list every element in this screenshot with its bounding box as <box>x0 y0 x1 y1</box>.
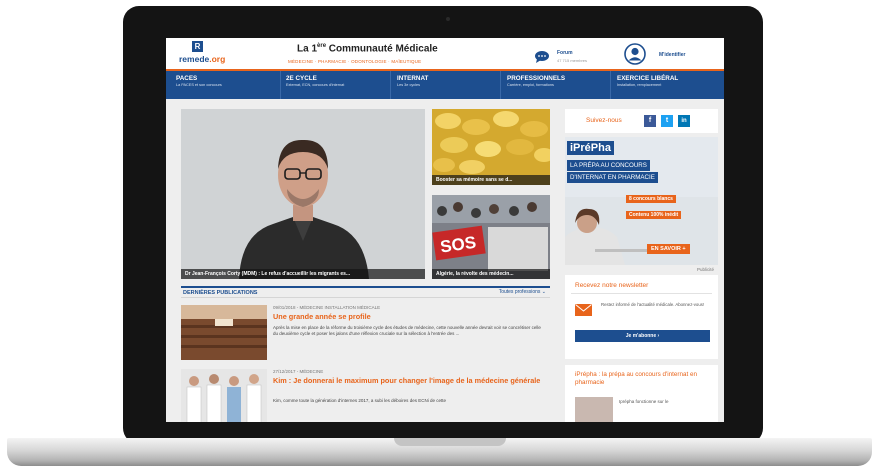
newsletter-divider <box>571 293 712 294</box>
twitter-icon[interactable]: t <box>661 115 673 127</box>
capsules-image <box>432 109 550 185</box>
user-account-icon[interactable] <box>624 43 646 65</box>
advertisement-label: Publicité <box>696 267 714 272</box>
article-title[interactable]: Une grande année se profile <box>273 312 545 321</box>
featured-main-article[interactable]: Dr Jean-François Corty (MDM) : Le refus … <box>181 109 425 279</box>
newsletter-title: Recevez notre newsletter <box>575 282 649 289</box>
article-title[interactable]: Kim : Je donnerai le maximum pour change… <box>273 376 545 385</box>
nav-divider <box>500 71 501 99</box>
nav-title: PROFESSIONNELS <box>507 75 566 82</box>
subscribe-label: Je m'abonne <box>625 333 657 339</box>
laptop-notch <box>394 438 506 446</box>
ad-line-1: LA PRÉPA AU CONCOURS <box>567 160 650 171</box>
featured-side-caption-1[interactable]: Booster sa mémoire sans se d... <box>432 175 550 185</box>
arrow-right-icon: › <box>657 333 660 339</box>
student-image <box>565 197 718 265</box>
iprepha-ad-banner[interactable]: iPréPha LA PRÉPA AU CONCOURS D'INTERNAT … <box>565 137 718 265</box>
ad-line-2: D'INTERNAT EN PHARMACIE <box>567 172 658 183</box>
nav-item-2e-cycle[interactable]: 2E CYCLE Externat, ECN, concours d'intern… <box>286 75 344 87</box>
logo-name: remede <box>179 54 210 64</box>
featured-side-article-1[interactable]: Booster sa mémoire sans se d... <box>432 109 550 185</box>
tagline-part-a: La 1 <box>297 43 318 55</box>
publications-header: DERNIÈRES PUBLICATIONS Toutes profession… <box>181 286 550 298</box>
nav-subtitle: La PACES et son concours <box>176 83 222 87</box>
ad-feature-1: 8 concours blancs <box>626 195 676 203</box>
portrait-image <box>181 109 425 279</box>
webcam-icon <box>446 17 450 21</box>
nav-item-exercice-liberal[interactable]: EXERCICE LIBÉRAL Installation, remplaceme… <box>617 75 678 87</box>
login-link[interactable]: M'identifier <box>659 52 685 58</box>
mail-icon <box>575 304 592 316</box>
featured-side-article-2[interactable]: SOS Algérie, la révolte des médecin... <box>432 195 550 279</box>
profession-filter-label: Toutes professions <box>498 289 541 295</box>
article-excerpt: Après la mise en place de la réforme du … <box>273 325 541 336</box>
article-meta: 09/01/2018 - MÉDECINE INSTALLATION MÉDIC… <box>273 305 381 310</box>
tagline-sup: ère <box>317 43 327 49</box>
nav-item-internat[interactable]: INTERNAT Les 3e cycles <box>397 75 428 87</box>
nav-title: INTERNAT <box>397 75 429 82</box>
nav-divider <box>390 71 391 99</box>
laptop-base <box>7 438 872 466</box>
article-excerpt: Kim, comme toute la génération d'interne… <box>273 398 446 403</box>
nav-divider <box>280 71 281 99</box>
nav-item-paces[interactable]: PACES La PACES et son concours <box>176 75 222 87</box>
iprepha-promo-text: Iprépha fonctionne sur le <box>619 399 669 404</box>
article-thumbnail[interactable] <box>181 369 267 422</box>
ad-feature-2: Contenu 100% inédit <box>626 211 682 219</box>
site-logo[interactable]: remede.org <box>179 54 225 64</box>
nav-subtitle: Carrière, emploi, formations <box>507 83 554 87</box>
site-header: R remede.org La 1ère Communauté Médicale… <box>166 38 724 69</box>
site-tagline: La 1ère Communauté Médicale <box>297 43 438 54</box>
protest-image: SOS <box>432 195 550 279</box>
forum-chat-icon[interactable] <box>534 50 552 63</box>
doctors-image <box>181 369 267 422</box>
lecture-hall-image <box>181 305 267 360</box>
tagline-part-b: Communauté Médicale <box>326 43 438 55</box>
nav-subtitle: Installation, remplacement <box>617 83 662 87</box>
iprepha-thumbnail <box>575 397 613 422</box>
article-thumbnail[interactable] <box>181 305 267 360</box>
subscribe-button[interactable]: Je m'abonne › <box>575 330 710 342</box>
featured-side-caption-2[interactable]: Algérie, la révolte des médecin... <box>432 269 550 279</box>
facebook-icon[interactable]: f <box>644 115 656 127</box>
chevron-down-icon: ⌄ <box>541 289 546 295</box>
nav-subtitle: Externat, ECN, concours d'internat <box>286 83 345 87</box>
linkedin-icon[interactable]: in <box>678 115 690 127</box>
forum-link[interactable]: Forum <box>557 50 573 56</box>
logo-icon[interactable]: R <box>192 41 203 52</box>
nav-title: EXERCICE LIBÉRAL <box>617 75 679 82</box>
browser-screen: R remede.org La 1ère Communauté Médicale… <box>166 38 724 422</box>
nav-title: 2E CYCLE <box>286 75 317 82</box>
follow-us-label: Suivez-nous <box>586 117 622 124</box>
site-subtagline: MÉDECINE · PHARMACIE · ODONTOLOGIE · MAÏ… <box>288 59 422 64</box>
learn-more-button[interactable]: EN SAVOIR + <box>647 244 690 254</box>
iprepha-promo-title[interactable]: iPrépha : la prépa au concours d'interna… <box>575 371 713 387</box>
iprepha-logo: iPréPha <box>567 141 614 155</box>
forum-member-count: 47 715 membres <box>557 58 588 63</box>
nav-subtitle: Les 3e cycles <box>397 83 421 87</box>
logo-domain: .org <box>209 54 226 64</box>
follow-us-box: Suivez-nous f t in <box>565 109 718 133</box>
iprepha-promo-box[interactable]: iPrépha : la prépa au concours d'interna… <box>565 365 718 422</box>
featured-main-caption[interactable]: Dr Jean-François Corty (MDM) : Le refus … <box>181 269 425 279</box>
main-content: Dr Jean-François Corty (MDM) : Le refus … <box>166 99 724 422</box>
publications-title: DERNIÈRES PUBLICATIONS <box>183 290 258 296</box>
nav-divider <box>610 71 611 99</box>
nav-item-professionnels[interactable]: PROFESSIONNELS Carrière, emploi, formatio… <box>507 75 565 87</box>
nav-title: PACES <box>176 75 198 82</box>
article-meta: 27/12/2017 - MÉDECINE <box>273 369 324 374</box>
newsletter-box: Recevez notre newsletter Restez informé … <box>565 275 718 359</box>
profession-filter-dropdown[interactable]: Toutes professions ⌄ <box>499 289 546 295</box>
newsletter-description: Restez informé de l'actualité médicale. … <box>601 302 705 307</box>
main-nav: PACES La PACES et son concours 2E CYCLE Ex… <box>166 69 724 99</box>
